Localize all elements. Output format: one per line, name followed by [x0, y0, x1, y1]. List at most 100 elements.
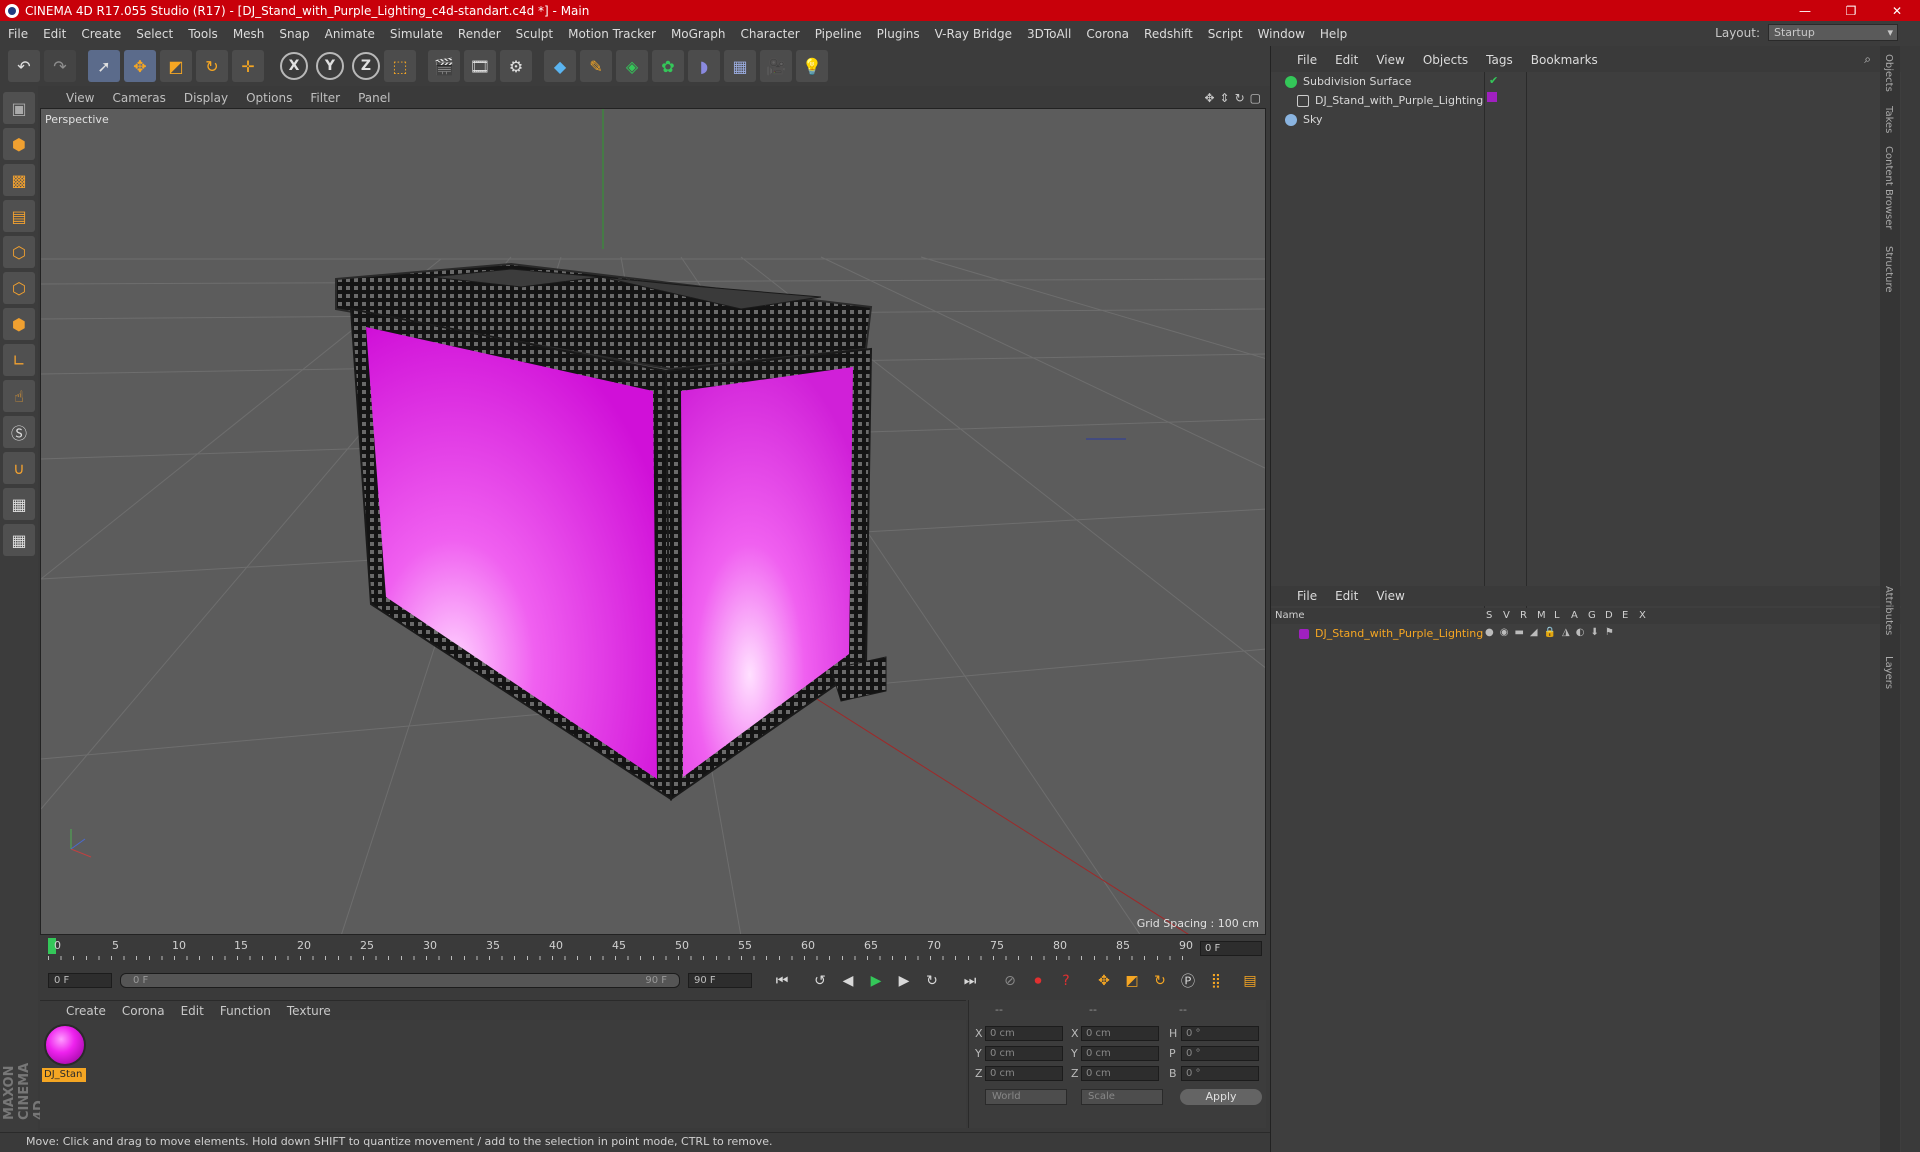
object-row[interactable]: Subdivision Surface — [1271, 72, 1901, 91]
axis-mode-icon[interactable]: ∟ — [3, 344, 35, 376]
current-frame-field[interactable]: 0 F — [1200, 941, 1262, 956]
tab-structure[interactable]: Structure — [1883, 246, 1894, 293]
close-button[interactable]: ✕ — [1874, 0, 1920, 21]
search-icon[interactable]: ⌕ — [1864, 52, 1871, 67]
menu-animate[interactable]: Animate — [325, 27, 375, 41]
layer-col-a[interactable]: A — [1571, 610, 1578, 621]
material-menu-texture[interactable]: Texture — [287, 1004, 331, 1018]
tweak-mode-icon[interactable]: ☝ — [3, 380, 35, 412]
viewport-menu-options[interactable]: Options — [246, 91, 292, 105]
render-settings-icon[interactable]: ⚙ — [500, 50, 532, 82]
menu-vray-bridge[interactable]: V-Ray Bridge — [935, 27, 1012, 41]
menu-render[interactable]: Render — [458, 27, 501, 41]
tab-takes[interactable]: Takes — [1883, 106, 1894, 133]
snap-icon[interactable]: ∪ — [3, 452, 35, 484]
viewport-menu-display[interactable]: Display — [184, 91, 228, 105]
layer-col-d[interactable]: D — [1605, 610, 1613, 621]
tab-objects[interactable]: Objects — [1883, 54, 1894, 92]
layer-col-r[interactable]: R — [1520, 610, 1527, 621]
menu-window[interactable]: Window — [1258, 27, 1305, 41]
layer-menu-file[interactable]: File — [1297, 589, 1317, 603]
object-menu-edit[interactable]: Edit — [1335, 53, 1358, 67]
key-pla-icon[interactable]: ⣿ — [1204, 968, 1228, 994]
end-frame-field[interactable]: 90 F — [688, 973, 752, 988]
key-position-icon[interactable]: ✥ — [1092, 968, 1116, 994]
z-axis-lock-button[interactable]: Z — [352, 52, 380, 80]
menu-3dtoall[interactable]: 3DToAll — [1027, 27, 1071, 41]
layer-col-s[interactable]: S — [1486, 610, 1492, 621]
menu-script[interactable]: Script — [1208, 27, 1243, 41]
light-icon[interactable]: 💡 — [796, 50, 828, 82]
planar-workplane-icon[interactable]: ▦ — [3, 524, 35, 556]
frame-range-slider[interactable]: 0 F 90 F — [120, 973, 680, 988]
layer-col-g[interactable]: G — [1588, 610, 1596, 621]
move-tool-icon[interactable]: ✥ — [124, 50, 156, 82]
material-menu-corona[interactable]: Corona — [122, 1004, 165, 1018]
coordinate-space-dropdown[interactable]: World — [985, 1089, 1067, 1105]
scale-tool-icon[interactable]: ◩ — [160, 50, 192, 82]
spline-pen-icon[interactable]: ✎ — [580, 50, 612, 82]
move-view-icon[interactable]: ✥ — [1204, 91, 1214, 105]
menu-sculpt[interactable]: Sculpt — [516, 27, 553, 41]
redo-icon[interactable]: ↷ — [44, 50, 76, 82]
viewport-menu-filter[interactable]: Filter — [310, 91, 340, 105]
cloner-icon[interactable]: ✿ — [652, 50, 684, 82]
checkmark-icon[interactable]: ✔ — [1489, 74, 1498, 87]
camera-icon[interactable]: 🎥 — [760, 50, 792, 82]
menu-help[interactable]: Help — [1320, 27, 1347, 41]
cube-primitive-icon[interactable]: ◆ — [544, 50, 576, 82]
size-z-field[interactable]: 0 cm — [1081, 1066, 1159, 1081]
start-frame-field[interactable]: 0 F — [48, 973, 112, 988]
texture-mode-icon[interactable]: ▩ — [3, 164, 35, 196]
solo-mode-icon[interactable]: Ⓢ — [3, 416, 35, 448]
scale-mode-dropdown[interactable]: Scale — [1081, 1089, 1163, 1105]
next-key-icon[interactable]: ↻ — [920, 968, 944, 994]
timeline-window-icon[interactable]: ▤ — [1238, 968, 1262, 994]
menu-pipeline[interactable]: Pipeline — [815, 27, 862, 41]
menu-plugins[interactable]: Plugins — [877, 27, 920, 41]
multi-transform-icon[interactable]: ✛ — [232, 50, 264, 82]
deformer-icon[interactable]: ◗ — [688, 50, 720, 82]
object-menu-file[interactable]: File — [1297, 53, 1317, 67]
key-scale-icon[interactable]: ◩ — [1120, 968, 1144, 994]
menu-motion-tracker[interactable]: Motion Tracker — [568, 27, 656, 41]
object-menu-bookmarks[interactable]: Bookmarks — [1531, 53, 1598, 67]
workplane-mode-icon[interactable]: ▤ — [3, 200, 35, 232]
workplane-lock-icon[interactable]: ▦ — [3, 488, 35, 520]
rotate-tool-icon[interactable]: ↻ — [196, 50, 228, 82]
menu-mesh[interactable]: Mesh — [233, 27, 265, 41]
key-rotation-icon[interactable]: ↻ — [1148, 968, 1172, 994]
timeline-ruler[interactable]: 0 5 10 15 20 25 30 35 40 45 50 55 60 65 … — [40, 936, 1266, 962]
object-menu-tags[interactable]: Tags — [1486, 53, 1513, 67]
apply-button[interactable]: Apply — [1180, 1089, 1262, 1105]
layer-col-x[interactable]: X — [1639, 610, 1646, 621]
object-row[interactable]: DJ_Stand_with_Purple_Lighting — [1271, 91, 1901, 110]
previous-frame-icon[interactable]: ◀ — [836, 968, 860, 994]
object-menu-objects[interactable]: Objects — [1423, 53, 1468, 67]
size-y-field[interactable]: 0 cm — [1081, 1046, 1159, 1061]
x-axis-lock-button[interactable]: X — [280, 52, 308, 80]
layer-toggle-icons[interactable]: ●◉▬◢🔒◮◐⬇⚑ — [1485, 627, 1620, 638]
rotate-view-icon[interactable]: ↻ — [1235, 91, 1245, 105]
autokeying-icon[interactable]: ⏺ — [1026, 968, 1050, 994]
rotation-b-field[interactable]: 0 ° — [1181, 1066, 1259, 1081]
coordinate-system-icon[interactable]: ⬚ — [384, 50, 416, 82]
polygons-mode-icon[interactable]: ⬢ — [3, 308, 35, 340]
layer-col-v[interactable]: V — [1503, 610, 1510, 621]
material-name[interactable]: DJ_Stan — [42, 1068, 86, 1082]
rotation-h-field[interactable]: 0 ° — [1181, 1026, 1259, 1041]
y-axis-lock-button[interactable]: Y — [316, 52, 344, 80]
menu-snap[interactable]: Snap — [279, 27, 309, 41]
goto-end-icon[interactable]: ⏭ — [958, 968, 982, 994]
layer-menu-view[interactable]: View — [1376, 589, 1404, 603]
previous-key-icon[interactable]: ↺ — [808, 968, 832, 994]
edges-mode-icon[interactable]: ⬡ — [3, 272, 35, 304]
object-row[interactable]: Sky — [1271, 110, 1901, 129]
menu-simulate[interactable]: Simulate — [390, 27, 443, 41]
object-menu-view[interactable]: View — [1376, 53, 1404, 67]
material-menu-function[interactable]: Function — [220, 1004, 271, 1018]
size-x-field[interactable]: 0 cm — [1081, 1026, 1159, 1041]
position-y-field[interactable]: 0 cm — [985, 1046, 1063, 1061]
render-view-icon[interactable]: 🎬 — [428, 50, 460, 82]
menu-select[interactable]: Select — [136, 27, 173, 41]
